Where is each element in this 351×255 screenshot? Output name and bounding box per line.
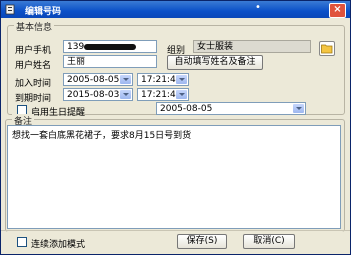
phone-label: 用户手机 (15, 46, 52, 56)
continuous-mode-checkbox[interactable] (17, 237, 27, 247)
title-bar[interactable]: 编辑号码 • × (1, 1, 350, 18)
divider (1, 230, 350, 231)
remark-textarea[interactable]: 想找一套白底黑花裙子，要求8月15日号到货 (7, 125, 341, 229)
close-icon: × (333, 4, 342, 15)
join-date-picker[interactable]: 2005-08-05 (63, 73, 133, 86)
cancel-button[interactable]: 取消(C) (243, 234, 295, 249)
chevron-down-icon[interactable] (293, 104, 304, 113)
expire-date-picker[interactable]: 2015-08-03 (63, 88, 133, 101)
save-button[interactable]: 保存(S) (177, 234, 227, 249)
chevron-down-icon[interactable] (176, 90, 187, 99)
chevron-down-icon[interactable] (176, 75, 187, 84)
autofill-button[interactable]: 自动填写姓名及备注 (167, 55, 263, 70)
expire-date-value: 2015-08-03 (67, 90, 120, 100)
name-field[interactable]: 王丽 (63, 55, 157, 68)
close-button[interactable]: × (329, 3, 346, 18)
join-time-label: 加入时间 (15, 79, 52, 89)
window-title: 编辑号码 (25, 7, 62, 17)
folder-icon (321, 44, 333, 54)
group-field: 女士服装 (193, 40, 311, 53)
chevron-down-icon[interactable] (120, 90, 131, 99)
expire-time-picker[interactable]: 17:21:43 (137, 88, 189, 101)
edit-number-dialog: 编辑号码 • × 基本信息 用户手机 139 组别 女士服装 用户姓名 王丽 自… (0, 0, 351, 255)
phone-value: 139 (67, 42, 85, 52)
basic-info-label: 基本信息 (14, 20, 55, 33)
name-label: 用户姓名 (15, 61, 52, 71)
continuous-mode-label[interactable]: 连续添加模式 (31, 237, 85, 250)
phone-field[interactable]: 139 (63, 40, 157, 53)
join-date-value: 2005-08-05 (67, 75, 120, 85)
title-marker: • (255, 2, 261, 13)
expire-time-label: 到期时间 (15, 94, 52, 104)
join-time-picker[interactable]: 17:21:43 (137, 73, 189, 86)
group-browse-button[interactable] (319, 41, 335, 56)
chevron-down-icon[interactable] (120, 75, 131, 84)
birthday-reminder-label[interactable]: 启用生日提醒 (31, 105, 85, 118)
app-icon (5, 4, 15, 15)
birthday-date-value: 2005-08-05 (160, 104, 213, 114)
birthday-date-picker[interactable]: 2005-08-05 (156, 102, 306, 115)
redacted-block (84, 44, 136, 50)
